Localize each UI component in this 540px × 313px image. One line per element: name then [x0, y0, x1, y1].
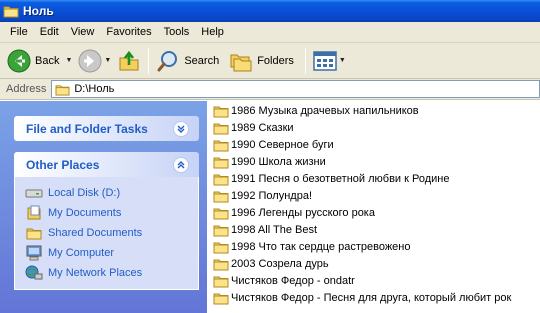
- place-label: Shared Documents: [48, 227, 143, 239]
- task-pane: File and Folder Tasks Other Places Local…: [0, 101, 207, 313]
- menu-tools[interactable]: Tools: [158, 26, 196, 38]
- folder-name: 1998 Что так сердце растревожено: [231, 241, 411, 253]
- folder-item[interactable]: 1990 Северное буги: [213, 137, 334, 153]
- menu-favorites[interactable]: Favorites: [100, 26, 157, 38]
- address-label: Address: [6, 83, 47, 95]
- toolbar-separator: [148, 47, 150, 74]
- folder-item[interactable]: Чистяков Федор - ondatr: [213, 273, 355, 289]
- views-button[interactable]: ▼: [310, 47, 349, 75]
- folder-icon: [213, 140, 229, 151]
- menu-view[interactable]: View: [65, 26, 101, 38]
- folder-name: 1986 Музыка драчевых напильников: [231, 105, 419, 117]
- file-folder-tasks-header[interactable]: File and Folder Tasks: [14, 116, 199, 141]
- search-label: Search: [184, 54, 220, 67]
- folder-icon: [55, 84, 70, 96]
- local-disk-icon: [25, 185, 43, 201]
- folder-item[interactable]: 1991 Песня о безответной любви к Родине: [213, 171, 449, 187]
- forward-button[interactable]: ▼: [75, 47, 114, 75]
- folder-icon: [3, 6, 19, 18]
- up-folder-icon: [119, 50, 139, 70]
- my-documents-icon: [25, 205, 43, 221]
- place-my-network-places[interactable]: My Network Places: [25, 263, 198, 283]
- search-button[interactable]: Search: [153, 47, 226, 75]
- folder-item[interactable]: 1998 Что так сердце растревожено: [213, 239, 411, 255]
- back-button[interactable]: Back ▼: [4, 47, 75, 75]
- folder-icon: [213, 123, 229, 134]
- toolbar-separator: [304, 47, 306, 74]
- folder-icon: [213, 208, 229, 219]
- folder-item[interactable]: 1996 Легенды русского рока: [213, 205, 375, 221]
- place-label: Local Disk (D:): [48, 187, 121, 199]
- folder-icon: [213, 259, 229, 270]
- folder-icon: [213, 174, 229, 185]
- address-input[interactable]: D:\Ноль: [51, 80, 540, 98]
- file-folder-tasks-title: File and Folder Tasks: [26, 121, 148, 136]
- folders-label: Folders: [257, 54, 294, 67]
- folders-button[interactable]: Folders: [226, 47, 301, 75]
- place-label: My Network Places: [48, 267, 143, 279]
- search-icon: [157, 50, 178, 71]
- folder-item[interactable]: 1998 All The Best: [213, 222, 317, 238]
- folder-name: 2003 Созрела дурь: [231, 258, 329, 270]
- file-folder-tasks-panel: File and Folder Tasks: [14, 116, 199, 141]
- place-my-computer[interactable]: My Computer: [25, 243, 198, 263]
- folder-item[interactable]: 1986 Музыка драчевых напильников: [213, 103, 419, 119]
- menu-help[interactable]: Help: [195, 26, 230, 38]
- up-folder-button[interactable]: [114, 47, 144, 75]
- folder-name: 1991 Песня о безответной любви к Родине: [231, 173, 450, 185]
- folder-item[interactable]: 2003 Созрела дурь: [213, 256, 329, 272]
- folder-name: 1990 Школа жизни: [231, 156, 326, 168]
- folder-name: 1998 All The Best: [231, 224, 318, 236]
- back-arrow-icon: [7, 49, 31, 72]
- folder-icon: [213, 225, 229, 236]
- folder-name: 1992 Полундра!: [231, 190, 313, 202]
- folder-item[interactable]: 1992 Полундра!: [213, 188, 312, 204]
- folder-name: 1989 Сказки: [231, 122, 294, 134]
- chevron-down-icon[interactable]: [173, 120, 189, 137]
- folder-item[interactable]: Чистяков Федор - Песня для друга, которы…: [213, 290, 511, 306]
- chevron-down-icon[interactable]: ▼: [104, 57, 111, 64]
- other-places-title: Other Places: [26, 157, 100, 172]
- menu-edit[interactable]: Edit: [34, 26, 65, 38]
- my-network-places-icon: [25, 265, 43, 281]
- pane-splitter[interactable]: [207, 101, 208, 313]
- place-local-disk[interactable]: Local Disk (D:): [25, 183, 198, 203]
- place-my-documents[interactable]: My Documents: [25, 203, 198, 223]
- folder-icon: [213, 191, 229, 202]
- views-icon: [313, 50, 337, 71]
- other-places-header[interactable]: Other Places: [14, 152, 199, 177]
- folder-name: Чистяков Федор - ondatr: [231, 275, 355, 287]
- back-label: Back: [35, 54, 60, 67]
- chevron-down-icon[interactable]: ▼: [339, 57, 346, 64]
- folder-icon: [213, 293, 229, 304]
- folder-icon: [213, 242, 229, 253]
- forward-arrow-icon: [78, 49, 102, 72]
- shared-documents-icon: [25, 225, 43, 241]
- chevron-up-icon[interactable]: [173, 156, 189, 173]
- place-label: My Documents: [48, 207, 122, 219]
- folder-name: Чистяков Федор - Песня для друга, которы…: [231, 292, 512, 304]
- folder-icon: [213, 157, 229, 168]
- menu-bar: File Edit View Favorites Tools Help: [0, 22, 540, 43]
- place-shared-documents[interactable]: Shared Documents: [25, 223, 198, 243]
- file-list: 1986 Музыка драчевых напильников 1989 Ск…: [210, 101, 540, 313]
- window-title: Ноль: [23, 4, 54, 18]
- address-bar: Address D:\Ноль: [0, 79, 540, 100]
- other-places-list: Local Disk (D:) My Documents Shared Docu…: [14, 177, 199, 290]
- folders-icon: [230, 54, 252, 71]
- folder-item[interactable]: 1989 Сказки: [213, 120, 294, 136]
- my-computer-icon: [25, 245, 43, 261]
- folder-name: 1996 Легенды русского рока: [231, 207, 375, 219]
- chevron-down-icon[interactable]: ▼: [65, 57, 72, 64]
- folder-icon: [213, 276, 229, 287]
- other-places-panel: Other Places Local Disk (D:) My Document…: [14, 152, 199, 290]
- title-bar: Ноль: [0, 0, 540, 22]
- folder-name: 1990 Северное буги: [231, 139, 334, 151]
- folder-item[interactable]: 1990 Школа жизни: [213, 154, 326, 170]
- toolbar: Back ▼ ▼ Search Folders ▼: [0, 43, 540, 79]
- folder-icon: [213, 106, 229, 117]
- menu-file[interactable]: File: [4, 26, 34, 38]
- place-label: My Computer: [48, 247, 115, 259]
- address-value: D:\Ноль: [74, 83, 115, 95]
